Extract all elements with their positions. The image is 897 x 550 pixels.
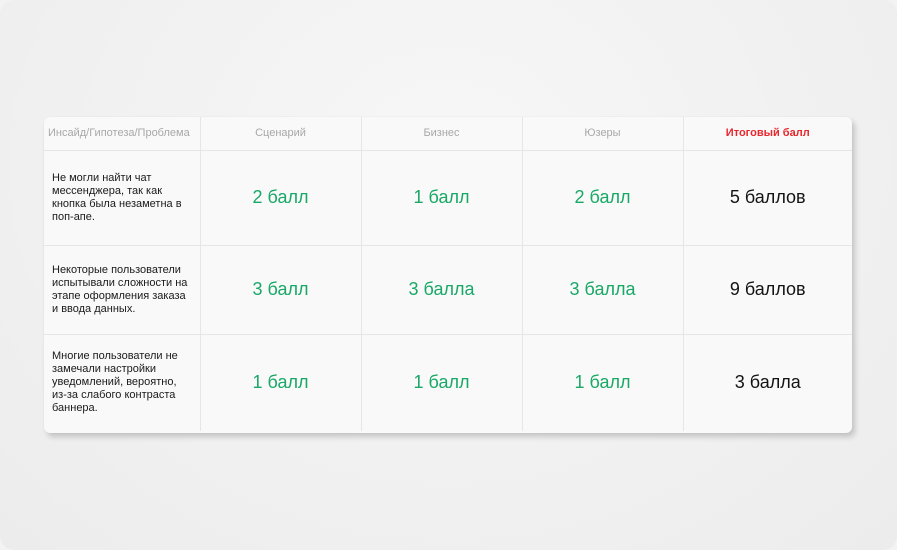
table-row: Не могли найти чат мессенджера, так как … [44, 150, 852, 246]
row-description: Не могли найти чат мессенджера, так как … [44, 150, 201, 246]
row-description: Некоторые пользователи испытывали сложно… [44, 245, 201, 335]
total-score: 9 баллов [683, 245, 852, 335]
business-score: 3 балла [361, 245, 523, 335]
header-insight: Инсайд/Гипотеза/Проблема [44, 117, 201, 151]
table-header-row: Инсайд/Гипотеза/Проблема Сценарий Бизнес… [44, 117, 852, 151]
background-frame: Инсайд/Гипотеза/Проблема Сценарий Бизнес… [0, 0, 897, 550]
header-users: Юзеры [522, 117, 684, 151]
header-business: Бизнес [361, 117, 523, 151]
users-score: 3 балла [522, 245, 684, 335]
header-scenario: Сценарий [200, 117, 362, 151]
scenario-score: 2 балл [200, 150, 362, 246]
scoring-table: Инсайд/Гипотеза/Проблема Сценарий Бизнес… [44, 117, 852, 431]
business-score: 1 балл [361, 150, 523, 246]
row-description: Многие пользователи не замечали настройк… [44, 334, 201, 431]
total-score: 3 балла [734, 372, 801, 393]
users-score: 1 балл [522, 334, 684, 431]
table-row: Некоторые пользователи испытывали сложно… [44, 245, 852, 335]
scenario-score: 3 балл [200, 245, 362, 335]
business-score: 1 балл [361, 334, 523, 431]
table-row: Многие пользователи не замечали настройк… [44, 334, 852, 431]
total-score: 5 баллов [683, 150, 852, 246]
header-total: Итоговый балл [683, 117, 852, 151]
users-score: 2 балл [522, 150, 684, 246]
scoring-table-card: Инсайд/Гипотеза/Проблема Сценарий Бизнес… [44, 117, 852, 433]
scenario-score: 1 балл [200, 334, 362, 431]
